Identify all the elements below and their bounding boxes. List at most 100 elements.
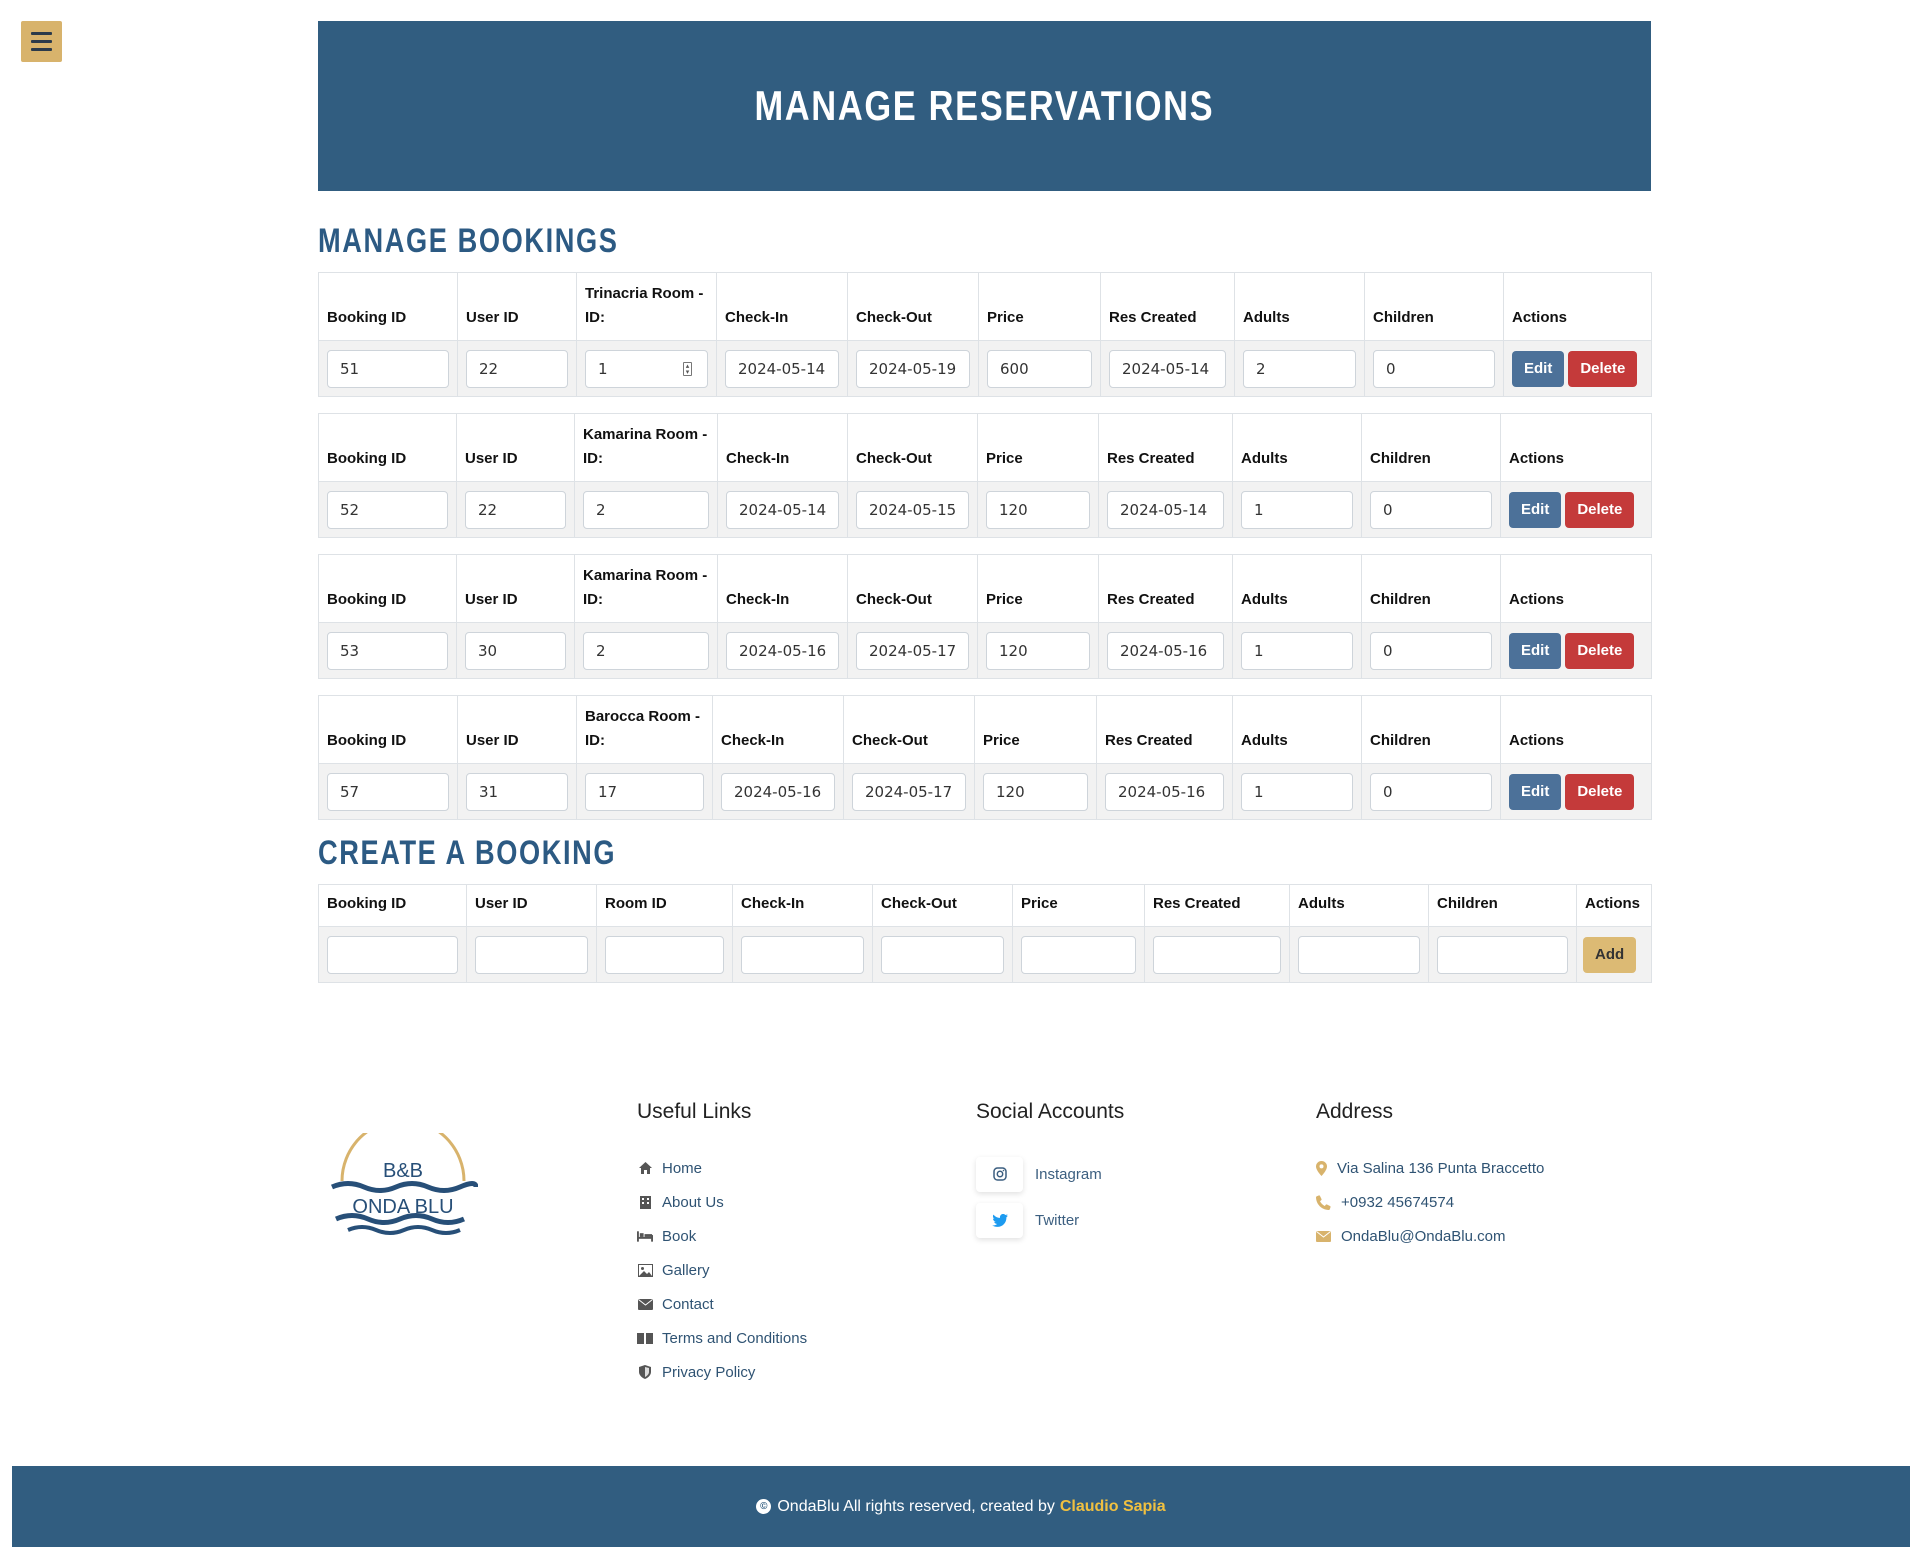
- check-in-input[interactable]: [726, 490, 839, 529]
- adults-input[interactable]: [1241, 631, 1353, 670]
- new-check-out-input[interactable]: [881, 935, 1004, 974]
- res-created-input[interactable]: [1107, 490, 1224, 529]
- new-room-id-input[interactable]: [605, 935, 724, 974]
- delete-button[interactable]: Delete: [1565, 491, 1635, 528]
- booking-id-input[interactable]: [327, 349, 449, 388]
- menu-toggle-button[interactable]: [21, 21, 62, 62]
- check-out-input[interactable]: [852, 772, 966, 811]
- column-header: Actions: [1500, 695, 1652, 764]
- children-input[interactable]: [1370, 772, 1492, 811]
- column-header: Price: [977, 554, 1099, 623]
- column-header: Trinacria Room - ID:: [576, 272, 717, 341]
- res-created-input[interactable]: [1107, 631, 1224, 670]
- column-header: Res Created: [1144, 884, 1290, 927]
- column-header: User ID: [456, 554, 575, 623]
- new-adults-input[interactable]: [1298, 935, 1420, 974]
- column-header: Kamarina Room - ID:: [574, 554, 718, 623]
- column-header: Res Created: [1096, 695, 1233, 764]
- table-row: Add: [318, 926, 1652, 983]
- room-id-input[interactable]: [583, 490, 709, 529]
- social-link-twitter[interactable]: Twitter: [976, 1197, 1124, 1243]
- column-header: Adults: [1232, 413, 1362, 482]
- delete-button[interactable]: Delete: [1565, 773, 1635, 810]
- price-input[interactable]: [986, 490, 1090, 529]
- footer-link-gallery[interactable]: Gallery: [637, 1253, 807, 1287]
- price-input[interactable]: [986, 631, 1090, 670]
- footer-link-contact[interactable]: Contact: [637, 1287, 807, 1321]
- price-input[interactable]: [983, 772, 1088, 811]
- home-icon: [637, 1160, 653, 1176]
- user-id-input[interactable]: [466, 772, 568, 811]
- new-res-created-input[interactable]: [1153, 935, 1281, 974]
- children-input[interactable]: [1373, 349, 1495, 388]
- delete-button[interactable]: Delete: [1568, 350, 1638, 387]
- user-id-input[interactable]: [465, 631, 566, 670]
- room-id-input[interactable]: [585, 772, 704, 811]
- page-title: MANAGE RESERVATIONS: [754, 82, 1215, 129]
- bed-icon: [637, 1228, 653, 1244]
- footer-link-about[interactable]: About Us: [637, 1185, 807, 1219]
- check-out-input[interactable]: [856, 490, 969, 529]
- column-header: Actions: [1503, 272, 1652, 341]
- children-input[interactable]: [1370, 490, 1492, 529]
- column-header: Room ID: [596, 884, 733, 927]
- new-check-in-input[interactable]: [741, 935, 864, 974]
- children-input[interactable]: [1370, 631, 1492, 670]
- column-header: Check-In: [717, 554, 848, 623]
- column-header: Check-In: [716, 272, 848, 341]
- check-out-input[interactable]: [856, 631, 969, 670]
- logo-line1: B&B: [383, 1160, 423, 1182]
- social-accounts-section: Social Accounts Instagram Twitter: [976, 1095, 1124, 1243]
- booking-id-input[interactable]: [327, 631, 448, 670]
- check-in-input[interactable]: [726, 631, 839, 670]
- room-id-input[interactable]: [583, 631, 709, 670]
- column-header: Adults: [1289, 884, 1429, 927]
- adults-input[interactable]: [1243, 349, 1356, 388]
- create-booking-table: Booking ID User ID Room ID Check-In Chec…: [318, 884, 1652, 983]
- useful-links-title: Useful Links: [637, 1100, 752, 1123]
- res-created-input[interactable]: [1105, 772, 1224, 811]
- edit-button[interactable]: Edit: [1509, 773, 1562, 810]
- delete-button[interactable]: Delete: [1565, 632, 1635, 669]
- footer-link-label: Home: [662, 1159, 703, 1177]
- new-user-id-input[interactable]: [475, 935, 588, 974]
- adults-input[interactable]: [1241, 772, 1353, 811]
- column-header: Check-In: [712, 695, 844, 764]
- edit-button[interactable]: Edit: [1512, 350, 1565, 387]
- edit-button[interactable]: Edit: [1509, 632, 1562, 669]
- column-header: Price: [974, 695, 1097, 764]
- social-link-instagram[interactable]: Instagram: [976, 1151, 1124, 1197]
- new-booking-id-input[interactable]: [327, 935, 458, 974]
- author-link[interactable]: Claudio Sapia: [1060, 1498, 1166, 1516]
- envelope-icon: [637, 1296, 653, 1312]
- adults-input[interactable]: [1241, 490, 1353, 529]
- footer-link-book[interactable]: Book: [637, 1219, 807, 1253]
- footer-link-home[interactable]: Home: [637, 1151, 807, 1185]
- footer-link-privacy[interactable]: Privacy Policy: [637, 1355, 807, 1389]
- column-header: Check-Out: [843, 695, 975, 764]
- footer-link-terms[interactable]: Terms and Conditions: [637, 1321, 807, 1355]
- check-in-input[interactable]: [725, 349, 839, 388]
- booking-id-input[interactable]: [327, 772, 449, 811]
- footer-link-label: Gallery: [662, 1261, 710, 1279]
- user-id-input[interactable]: [466, 349, 568, 388]
- address-street: Via Salina 136 Punta Braccetto: [1316, 1151, 1544, 1185]
- social-label: Twitter: [1035, 1211, 1080, 1229]
- number-spinner-icon[interactable]: ▴ ▾: [683, 361, 692, 376]
- column-header: Booking ID: [318, 554, 457, 623]
- social-label: Instagram: [1035, 1165, 1102, 1183]
- column-header: Barocca Room - ID:: [576, 695, 713, 764]
- add-button[interactable]: Add: [1583, 936, 1637, 973]
- user-id-input[interactable]: [465, 490, 566, 529]
- column-header: Price: [978, 272, 1101, 341]
- price-input[interactable]: [987, 349, 1092, 388]
- check-out-input[interactable]: [856, 349, 970, 388]
- address-title: Address: [1316, 1100, 1394, 1123]
- new-price-input[interactable]: [1021, 935, 1136, 974]
- new-children-input[interactable]: [1437, 935, 1568, 974]
- address-email-text[interactable]: OndaBlu@OndaBlu.com: [1341, 1228, 1505, 1245]
- res-created-input[interactable]: [1109, 349, 1226, 388]
- edit-button[interactable]: Edit: [1509, 491, 1562, 528]
- check-in-input[interactable]: [721, 772, 835, 811]
- booking-id-input[interactable]: [327, 490, 448, 529]
